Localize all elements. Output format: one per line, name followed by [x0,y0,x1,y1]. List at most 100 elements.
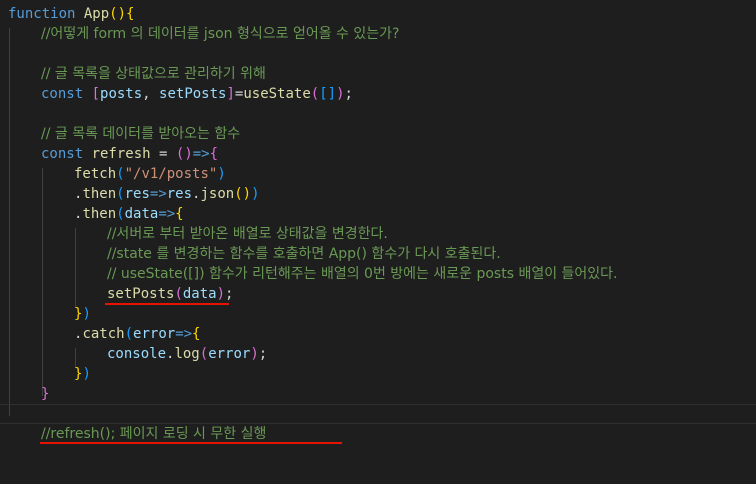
line-content: function App(){ [8,4,134,24]
code-line[interactable]: }) [0,304,756,324]
code-token: setPosts [107,286,175,302]
code-token: ) [82,306,91,322]
line-content: }) [74,364,91,384]
code-token: // 글 목록을 상태값으로 관리하기 위해 [41,66,266,82]
code-token: //어떻게 form 의 데이터를 json 형식으로 얻어올 수 있는가? [41,26,400,42]
code-token: "/v1/posts" [124,166,218,182]
code-token: App [83,6,110,22]
code-token: => [158,206,176,222]
code-token: { [209,146,219,162]
code-line[interactable]: //어떻게 form 의 데이터를 json 형식으로 얻어올 수 있는가? [0,24,756,44]
code-token: data [182,286,217,302]
code-line[interactable]: //서버로 부터 받아온 배열로 상태값을 변경한다. [0,224,756,244]
code-token: catch [82,326,125,342]
line-content: .then(res=>res.json()) [74,184,260,204]
code-token: ( [116,186,125,202]
code-token: } [41,386,50,402]
code-token: fetch [74,166,117,182]
code-token: res [166,186,193,202]
refresh-comment-underline [40,442,342,444]
code-token: ) [251,186,260,202]
code-line[interactable]: const [posts, setPosts]=useState([]); [0,84,756,104]
code-line[interactable]: // 글 목록을 상태값으로 관리하기 위해 [0,64,756,84]
code-token: data [124,206,159,222]
line-content: //어떻게 form 의 데이터를 json 형식으로 얻어올 수 있는가? [41,24,399,44]
line-content: const [posts, setPosts]=useState([]); [41,84,353,104]
code-token: ) [82,366,91,382]
line-content: } [41,384,49,404]
code-token: error [133,326,176,342]
line-content: .catch(error=>{ [74,324,200,344]
line-content: //서버로 부터 받아온 배열로 상태값을 변경한다. [107,224,388,244]
code-token: [] [319,86,337,102]
code-line[interactable] [0,104,756,124]
code-line[interactable]: .then(res=>res.json()) [0,184,756,204]
code-token: posts [100,86,143,102]
code-token: then [82,186,117,202]
line-content: //state 를 변경하는 함수를 호출하면 App() 함수가 다시 호출된… [107,244,501,264]
code-line[interactable]: .catch(error=>{ [0,324,756,344]
code-line[interactable]: function App(){ [0,4,756,24]
code-token: ] [226,86,235,102]
code-token: // useState([]) 함수가 리턴해주는 배열의 0번 방에는 새로운… [107,266,618,282]
code-token: ) [217,166,226,182]
line-content: // 글 목록 데이터를 받아오는 함수 [41,124,240,144]
code-token: ; [225,286,234,302]
code-token: res [124,186,150,202]
code-token: ( [199,346,209,362]
line-content: // 글 목록을 상태값으로 관리하기 위해 [41,64,266,84]
code-line[interactable]: // 글 목록 데이터를 받아오는 함수 [0,124,756,144]
line-content: console.log(error); [107,344,267,364]
line-content: }) [74,304,91,324]
code-token: then [82,206,117,222]
code-token: () [175,146,193,162]
code-token: ( [116,166,125,182]
code-line[interactable]: const refresh = ()=>{ [0,144,756,164]
code-line[interactable] [0,44,756,64]
code-token: => [192,146,210,162]
code-token: () [109,6,127,22]
code-token: { [126,6,135,22]
code-token: json [200,186,235,202]
line-content: fetch("/v1/posts") [74,164,226,184]
current-line-highlight[interactable] [0,404,756,424]
code-line[interactable]: // useState([]) 함수가 리턴해주는 배열의 0번 방에는 새로운… [0,264,756,284]
code-token: ; [258,346,268,362]
code-token: ) [250,346,259,362]
code-token: => [149,186,167,202]
code-token: setPosts [159,86,227,102]
code-line[interactable]: .then(data=>{ [0,204,756,224]
code-line[interactable]: setPosts(data); [0,284,756,304]
code-token: => [175,326,193,342]
code-editor[interactable]: function App(){ //어떻게 form 의 데이터를 json 형… [0,0,756,447]
code-line[interactable]: fetch("/v1/posts") [0,164,756,184]
code-token: { [175,206,184,222]
code-token: error [208,346,251,362]
code-token: () [234,186,252,202]
line-content: setPosts(data); [107,284,233,304]
code-token: , [142,86,160,102]
code-line[interactable]: console.log(error); [0,344,756,364]
code-token: [ [91,86,101,102]
line-content: .then(data=>{ [74,204,184,224]
code-token: function [8,6,84,22]
code-token: //state 를 변경하는 함수를 호출하면 App() 함수가 다시 호출된… [107,246,501,262]
line-content: const refresh = ()=>{ [41,144,218,164]
code-token: //refresh(); 페이지 로딩 시 무한 실행 [41,426,267,442]
code-line[interactable]: //state 를 변경하는 함수를 호출하면 App() 함수가 다시 호출된… [0,244,756,264]
code-token: refresh [91,146,151,162]
code-line[interactable]: }) [0,364,756,384]
code-token: const [41,146,92,162]
code-token: { [192,326,201,342]
code-line[interactable]: } [0,384,756,404]
code-token: ; [344,86,353,102]
code-token: = [150,146,176,162]
code-token: ( [116,206,125,222]
setposts-underline [105,303,229,305]
code-token: ) [216,286,226,302]
code-line[interactable]: //refresh(); 페이지 로딩 시 무한 실행 [0,424,756,444]
code-token: ( [310,86,320,102]
code-token: console [107,346,167,362]
line-content: //refresh(); 페이지 로딩 시 무한 실행 [41,424,266,444]
code-token: ( [124,326,134,342]
